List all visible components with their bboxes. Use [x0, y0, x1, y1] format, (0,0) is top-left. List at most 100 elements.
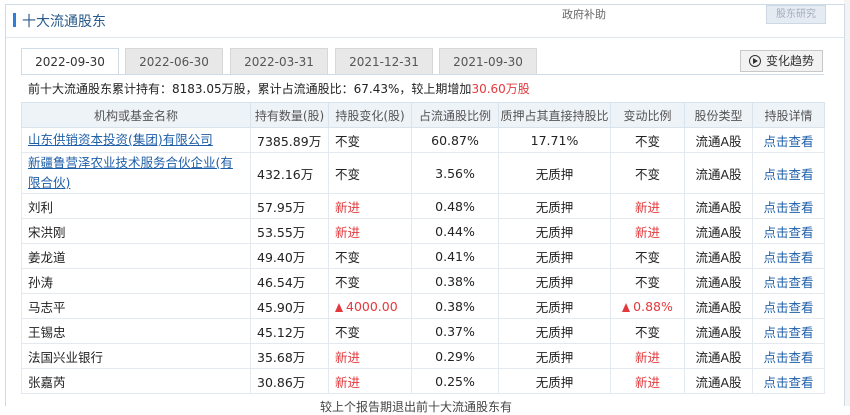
col-header-ratio: 占流通股比例 [411, 102, 499, 128]
float-ratio-cell: 0.38% [411, 268, 499, 294]
change-value: 4000.00 [346, 298, 398, 314]
view-detail-link[interactable]: 点击查看 [752, 368, 825, 394]
view-detail-link[interactable]: 点击查看 [752, 343, 825, 369]
exited-holders-note: 较上个报告期退出前十大流通股东有 [320, 400, 513, 414]
summary-ratio: 67.43% [353, 82, 400, 96]
float-ratio-cell: 3.56% [411, 152, 499, 194]
share-type-cell: 流通A股 [684, 152, 753, 194]
tab-2022-09-30[interactable]: 2022-09-30 [21, 48, 119, 75]
panel-header: 十大流通股东 政府补助 股东研究 [6, 5, 844, 38]
holder-name-cell: 宋洪刚 [21, 218, 251, 244]
variation-cell: 不变 [610, 152, 685, 194]
table-row: 法国兴业银行 35.68万 新进 0.29% 无质押 新进 流通A股 点击查看 [21, 343, 825, 369]
view-detail-link[interactable]: 点击查看 [752, 218, 825, 244]
holding-qty-cell: 432.16万 [250, 152, 329, 194]
float-ratio-cell: 0.25% [411, 368, 499, 394]
share-type-cell: 流通A股 [684, 193, 753, 219]
pledge-ratio-cell: 无质押 [498, 193, 611, 219]
tab-2022-03-31[interactable]: 2022-03-31 [230, 48, 328, 74]
view-detail-link[interactable]: 点击查看 [752, 193, 825, 219]
variation-cell: 0.88% [610, 293, 685, 319]
table-row: 新疆鲁营泽农业技术服务合伙企业(有限合伙) 432.16万 不变 3.56% 无质押 不变… [21, 152, 825, 194]
tab-2022-06-30[interactable]: 2022-06-30 [125, 48, 223, 74]
holding-qty-cell: 49.40万 [250, 243, 329, 269]
share-type-cell: 流通A股 [684, 243, 753, 269]
holder-name-cell[interactable]: 山东供销资本投资(集团)有限公司 [21, 127, 251, 153]
holder-name-cell: 张嘉芮 [21, 368, 251, 394]
summary-prefix: 前十大流通股东累计持有： [28, 82, 173, 96]
holder-name-cell: 姜龙道 [21, 243, 251, 269]
float-ratio-cell: 0.37% [411, 318, 499, 344]
up-arrow-icon [622, 302, 631, 312]
holding-change-cell: 不变 [328, 127, 412, 153]
tab-2021-09-30[interactable]: 2021-09-30 [439, 48, 537, 74]
up-arrow-icon [335, 302, 343, 312]
view-detail-link[interactable]: 点击查看 [752, 243, 825, 269]
variation-cell: 新进 [610, 193, 685, 219]
summary-change-value: 30.60万股 [471, 82, 530, 96]
holding-change-cell: 新进 [328, 218, 412, 244]
share-type-cell: 流通A股 [684, 343, 753, 369]
float-ratio-cell: 0.44% [411, 218, 499, 244]
holder-name-cell: 马志平 [21, 293, 251, 319]
table-row: 马志平 45.90万 4000.00 0.38% 无质押 0.88% 流通A股 点击查看 [21, 293, 825, 319]
table-row: 刘利 57.95万 新进 0.48% 无质押 新进 流通A股 点击查看 [21, 193, 825, 219]
holding-change-cell: 新进 [328, 343, 412, 369]
holding-change-cell: 不变 [328, 152, 412, 194]
variation-cell: 不变 [610, 243, 685, 269]
col-header-name: 机构或基金名称 [21, 102, 251, 128]
table-row: 山东供销资本投资(集团)有限公司 7385.89万 不变 60.87% 17.71% 不变… [21, 127, 825, 153]
holding-change-cell: 新进 [328, 368, 412, 394]
share-type-cell: 流通A股 [684, 218, 753, 244]
holder-name-link[interactable]: 山东供销资本投资(集团)有限公司 [28, 130, 244, 150]
view-detail-link[interactable]: 点击查看 [752, 268, 825, 294]
table-row: 宋洪刚 53.55万 新进 0.44% 无质押 新进 流通A股 点击查看 [21, 218, 825, 244]
float-ratio-cell: 0.41% [411, 243, 499, 269]
holder-name-cell: 孙涛 [21, 268, 251, 294]
view-detail-link[interactable]: 点击查看 [752, 293, 825, 319]
holder-name-cell: 王锡忠 [21, 318, 251, 344]
col-header-detail: 持股详情 [752, 102, 825, 128]
holding-qty-cell: 53.55万 [250, 218, 329, 244]
view-detail-link[interactable]: 点击查看 [752, 127, 825, 153]
table-row: 孙涛 46.54万 不变 0.38% 无质押 不变 流通A股 点击查看 [21, 268, 825, 294]
col-header-pledge: 质押占其直接持股比 [498, 102, 611, 128]
pledge-ratio-cell: 无质押 [498, 343, 611, 369]
variation-cell: 不变 [610, 318, 685, 344]
table-row: 张嘉芮 30.86万 新进 0.25% 无质押 新进 流通A股 点击查看 [21, 368, 825, 394]
shareholder-research-button[interactable]: 股东研究 [766, 5, 826, 24]
view-detail-link[interactable]: 点击查看 [752, 152, 825, 194]
table-header-row: 机构或基金名称 持有数量(股) 持股变化(股) 占流通股比例 质押占其直接持股比… [21, 102, 825, 128]
tab-2021-12-31[interactable]: 2021-12-31 [335, 48, 433, 74]
table-row: 王锡忠 45.12万 不变 0.37% 无质押 不变 流通A股 点击查看 [21, 318, 825, 344]
float-ratio-cell: 60.87% [411, 127, 499, 153]
col-header-qty: 持有数量(股) [250, 102, 329, 128]
holding-change-cell: 新进 [328, 193, 412, 219]
holder-name-link[interactable]: 新疆鲁营泽农业技术服务合伙企业(有限合伙) [28, 153, 244, 193]
float-ratio-cell: 0.29% [411, 343, 499, 369]
holding-qty-cell: 30.86万 [250, 368, 329, 394]
share-type-cell: 流通A股 [684, 318, 753, 344]
holder-name-cell[interactable]: 新疆鲁营泽农业技术服务合伙企业(有限合伙) [21, 152, 251, 194]
play-icon [749, 55, 761, 67]
holding-qty-cell: 35.68万 [250, 343, 329, 369]
trend-button[interactable]: 变化趋势 [740, 50, 823, 72]
holder-name-cell: 法国兴业银行 [21, 343, 251, 369]
variation-value: 0.88% [633, 298, 673, 314]
pledge-ratio-cell: 17.71% [498, 127, 611, 153]
col-header-share-type: 股份类型 [684, 102, 753, 128]
pledge-ratio-cell: 无质押 [498, 218, 611, 244]
table-row: 姜龙道 49.40万 不变 0.41% 无质押 不变 流通A股 点击查看 [21, 243, 825, 269]
variation-cell: 不变 [610, 268, 685, 294]
view-detail-link[interactable]: 点击查看 [752, 318, 825, 344]
holders-table: 机构或基金名称 持有数量(股) 持股变化(股) 占流通股比例 质押占其直接持股比… [21, 102, 825, 394]
panel-title: 十大流通股东 [22, 14, 106, 30]
holding-change-cell: 不变 [328, 268, 412, 294]
summary-holding: 8183.05万股 [172, 82, 246, 96]
pledge-ratio-cell: 无质押 [498, 318, 611, 344]
col-header-change: 持股变化(股) [328, 102, 412, 128]
variation-cell: 新进 [610, 343, 685, 369]
subsidy-link[interactable]: 政府补助 [562, 6, 606, 22]
title-accent-bar [13, 13, 16, 27]
summary-change-label: ，较上期增加 [399, 82, 472, 96]
